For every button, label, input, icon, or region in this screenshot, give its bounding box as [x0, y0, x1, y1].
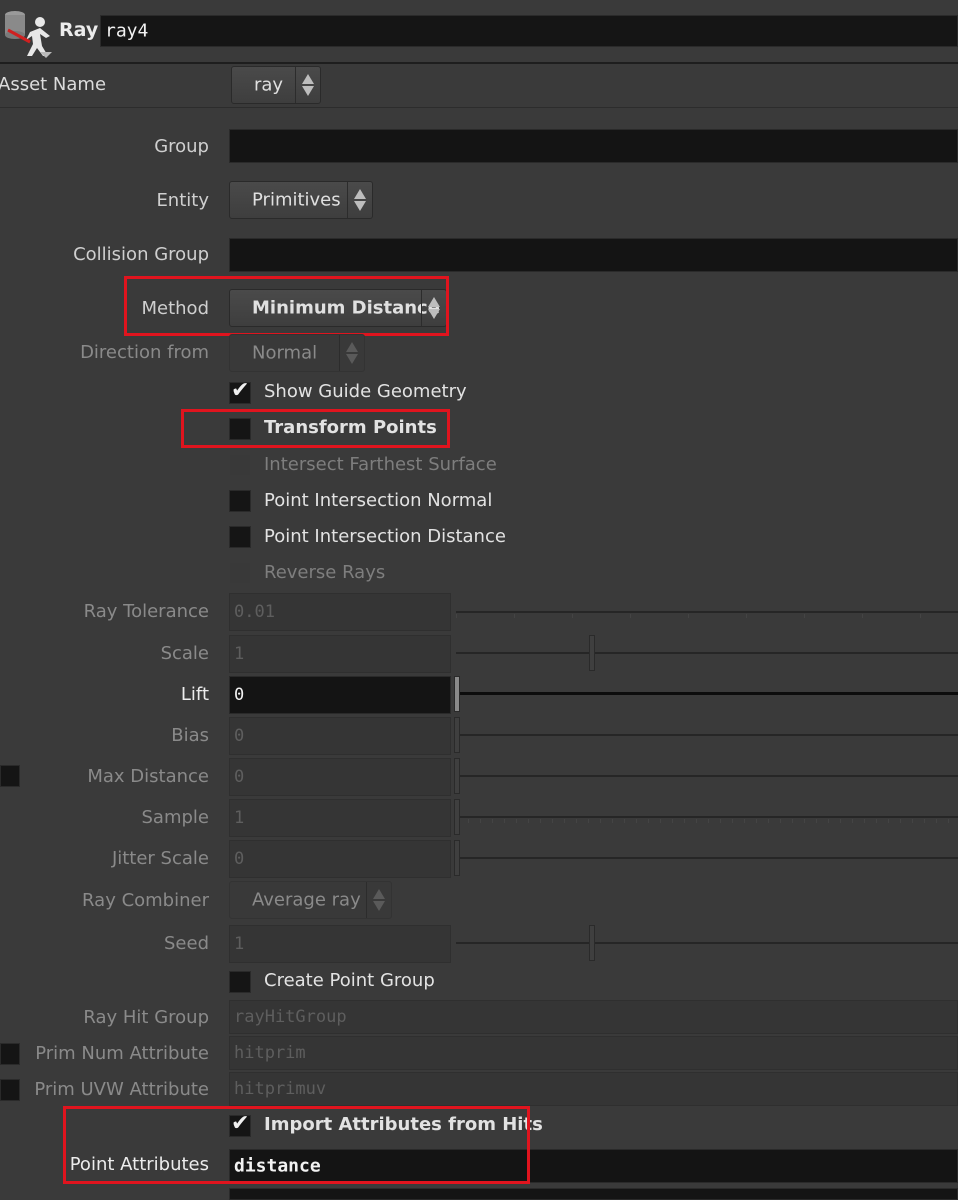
spinner-arrows-icon: [366, 882, 391, 918]
entity-label: Entity: [156, 190, 209, 211]
sample-slider[interactable]: [456, 816, 958, 818]
spinner-arrows-icon: [347, 182, 372, 218]
node-name-value: ray4: [105, 20, 149, 42]
asset-name-label: Asset Name: [0, 74, 107, 95]
ray-hit-group-value: rayHitGroup: [234, 1007, 347, 1027]
entity-value: Primitives: [252, 189, 341, 211]
ray-combiner-menu[interactable]: Average ray: [229, 881, 392, 919]
bias-slider-handle[interactable]: [454, 717, 460, 753]
ray-node-icon: [2, 6, 54, 58]
max-distance-value: 0: [234, 767, 245, 787]
sample-ticks: [456, 819, 958, 823]
header-bar: Ray ray4: [0, 0, 958, 64]
point-intersection-distance-label: Point Intersection Distance: [264, 526, 506, 547]
seed-label: Seed: [164, 933, 209, 954]
create-point-group-label: Create Point Group: [264, 970, 435, 991]
import-attributes-highlight: [63, 1106, 530, 1184]
prim-uvw-attribute-value: hitprimuv: [234, 1079, 327, 1099]
max-distance-slider[interactable]: [456, 775, 958, 777]
sample-value: 1: [234, 808, 245, 828]
asset-name-menu[interactable]: ray: [231, 66, 321, 104]
scale-label: Scale: [160, 643, 209, 664]
asset-divider: [0, 107, 958, 108]
transform-points-highlight: [181, 409, 450, 448]
collision-group-label: Collision Group: [73, 244, 209, 265]
checkmark-icon: ✔: [231, 378, 250, 403]
prim-num-attribute-value: hitprim: [234, 1043, 306, 1063]
bias-value: 0: [234, 726, 245, 746]
seed-slider[interactable]: [456, 942, 958, 944]
ray-tolerance-value: 0.01: [234, 602, 275, 622]
ray-tolerance-slider[interactable]: [456, 611, 958, 613]
intersect-farthest-checkbox[interactable]: [229, 454, 251, 476]
prim-num-attribute-toggle[interactable]: [0, 1043, 20, 1065]
max-distance-slider-handle[interactable]: [454, 758, 460, 794]
bias-slider[interactable]: [456, 734, 958, 736]
ray-combiner-label: Ray Combiner: [82, 890, 209, 911]
lift-label: Lift: [180, 684, 209, 705]
ray-tolerance-label: Ray Tolerance: [83, 601, 209, 622]
jitter-scale-label: Jitter Scale: [111, 848, 209, 869]
prim-uvw-attribute-field[interactable]: hitprimuv: [229, 1072, 958, 1106]
seed-field[interactable]: 1: [229, 925, 451, 963]
jitter-scale-slider[interactable]: [456, 857, 958, 859]
ray-tolerance-field[interactable]: 0.01: [229, 593, 451, 631]
scale-field[interactable]: 1: [229, 635, 451, 673]
direction-from-menu[interactable]: Normal: [229, 334, 365, 372]
ray-combiner-value: Average ray: [252, 889, 361, 911]
show-guide-checkbox[interactable]: ✔: [229, 378, 251, 404]
direction-from-label: Direction from: [80, 342, 209, 363]
prim-uvw-attribute-label: Prim UVW Attribute: [34, 1079, 209, 1100]
spinner-arrows-icon: [295, 67, 320, 103]
point-intersection-normal-checkbox[interactable]: [229, 490, 251, 512]
ray-hit-group-label: Ray Hit Group: [83, 1007, 209, 1028]
asset-name-value: ray: [254, 74, 284, 96]
scale-slider-handle[interactable]: [589, 635, 595, 671]
lift-slider-handle[interactable]: [454, 676, 460, 712]
seed-slider-handle[interactable]: [589, 925, 595, 961]
point-intersection-normal-label: Point Intersection Normal: [264, 490, 493, 511]
bias-label: Bias: [171, 725, 209, 746]
entity-menu[interactable]: Primitives: [229, 181, 373, 219]
intersect-farthest-label: Intersect Farthest Surface: [264, 454, 497, 475]
collision-group-field[interactable]: [229, 238, 958, 272]
show-guide-label: Show Guide Geometry: [264, 381, 467, 402]
scale-slider[interactable]: [456, 652, 958, 654]
max-distance-field[interactable]: 0: [229, 758, 451, 796]
group-label: Group: [154, 136, 209, 157]
lift-slider[interactable]: [456, 692, 958, 695]
prim-num-attribute-label: Prim Num Attribute: [35, 1043, 209, 1064]
reverse-rays-checkbox[interactable]: [229, 562, 251, 584]
scale-value: 1: [234, 644, 245, 664]
group-field[interactable]: [229, 129, 958, 163]
point-intersection-distance-checkbox[interactable]: [229, 526, 251, 548]
node-name-field[interactable]: ray4: [100, 15, 958, 47]
ray-hit-group-field[interactable]: rayHitGroup: [229, 1000, 958, 1034]
prim-uvw-attribute-toggle[interactable]: [0, 1079, 20, 1101]
ray-tolerance-ticks: [456, 614, 958, 618]
next-field-partial[interactable]: [229, 1188, 958, 1200]
seed-value: 1: [234, 934, 245, 954]
node-type-label: Ray: [59, 19, 99, 41]
create-point-group-checkbox[interactable]: [229, 971, 251, 993]
max-distance-label: Max Distance: [87, 766, 209, 787]
sample-label: Sample: [141, 807, 210, 828]
spinner-arrows-icon: [339, 335, 364, 371]
jitter-scale-slider-handle[interactable]: [454, 840, 460, 876]
bias-field[interactable]: 0: [229, 717, 451, 755]
prim-num-attribute-field[interactable]: hitprim: [229, 1036, 958, 1070]
sample-field[interactable]: 1: [229, 799, 451, 837]
sample-slider-handle[interactable]: [454, 799, 460, 835]
jitter-scale-field[interactable]: 0: [229, 840, 451, 878]
lift-value: 0: [234, 685, 245, 705]
jitter-scale-value: 0: [234, 849, 245, 869]
max-distance-toggle[interactable]: [0, 765, 20, 787]
reverse-rays-label: Reverse Rays: [264, 562, 386, 583]
method-highlight: [124, 276, 449, 336]
direction-from-value: Normal: [252, 342, 318, 364]
lift-field[interactable]: 0: [229, 676, 451, 714]
